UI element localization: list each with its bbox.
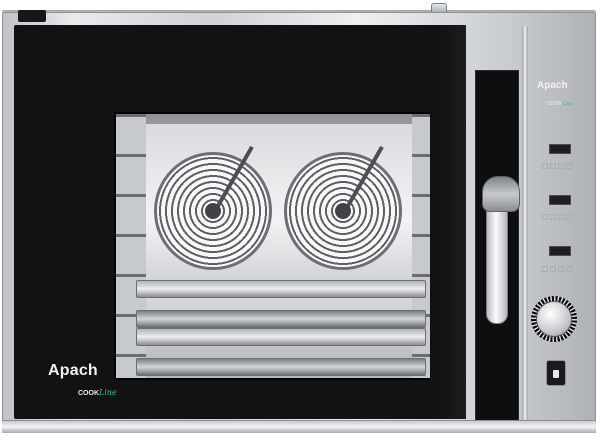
fan-hub-right (335, 203, 351, 219)
door-line-word-2: Line (99, 388, 117, 397)
control-button[interactable] (542, 266, 548, 272)
control-button[interactable] (566, 163, 572, 169)
oven-tray-1 (136, 280, 426, 298)
usb-slot (553, 370, 559, 378)
control-button[interactable] (550, 266, 556, 272)
control-button[interactable] (542, 163, 548, 169)
convection-fan-right (284, 145, 402, 270)
control-row-1 (542, 163, 572, 169)
control-row-2 (542, 214, 572, 220)
control-row-3 (542, 266, 572, 272)
control-button[interactable] (550, 214, 556, 220)
oven-photo: Apach COOKLine Apach COOKLine (0, 0, 600, 441)
convection-fan-left (154, 145, 272, 270)
oven-tray-3 (136, 328, 426, 346)
control-dial[interactable] (536, 301, 572, 337)
oven-tray-4 (136, 358, 426, 376)
panel-brand-name: Apach (537, 80, 568, 91)
usb-port-icon[interactable] (546, 360, 566, 386)
door-right-wing (430, 25, 466, 419)
control-button[interactable] (566, 214, 572, 220)
oven-tray-2 (136, 310, 426, 328)
oven-window (114, 112, 434, 380)
door-logo: Apach COOKLine (48, 362, 117, 397)
door-brand-name: Apach (48, 362, 98, 379)
panel-logo: Apach COOKLine (537, 80, 573, 107)
power-icon[interactable] (551, 113, 559, 121)
fan-arm-right (343, 145, 384, 212)
handle-grip (486, 198, 508, 324)
panel-frame-edge (522, 26, 528, 420)
control-button[interactable] (566, 266, 572, 272)
panel-line-word-1: COOK (547, 101, 562, 107)
door-line-name: COOKLine (78, 382, 117, 400)
handle-top (482, 176, 520, 212)
control-button[interactable] (558, 266, 564, 272)
control-button[interactable] (558, 214, 564, 220)
oven-door (14, 25, 434, 419)
control-button[interactable] (558, 163, 564, 169)
door-line-word-1: COOK (78, 390, 99, 397)
display-3 (549, 246, 571, 256)
fan-hub-left (205, 203, 221, 219)
control-button[interactable] (550, 163, 556, 169)
top-left-hinge-block (18, 10, 46, 22)
fan-arm-left (213, 145, 254, 212)
panel-line-word-2: Line (562, 101, 574, 107)
display-1 (549, 144, 571, 154)
door-handle[interactable] (482, 176, 520, 324)
control-button[interactable] (542, 214, 548, 220)
display-2 (549, 195, 571, 205)
bottom-rail (2, 420, 596, 433)
panel-line-name: COOKLine (547, 92, 573, 110)
